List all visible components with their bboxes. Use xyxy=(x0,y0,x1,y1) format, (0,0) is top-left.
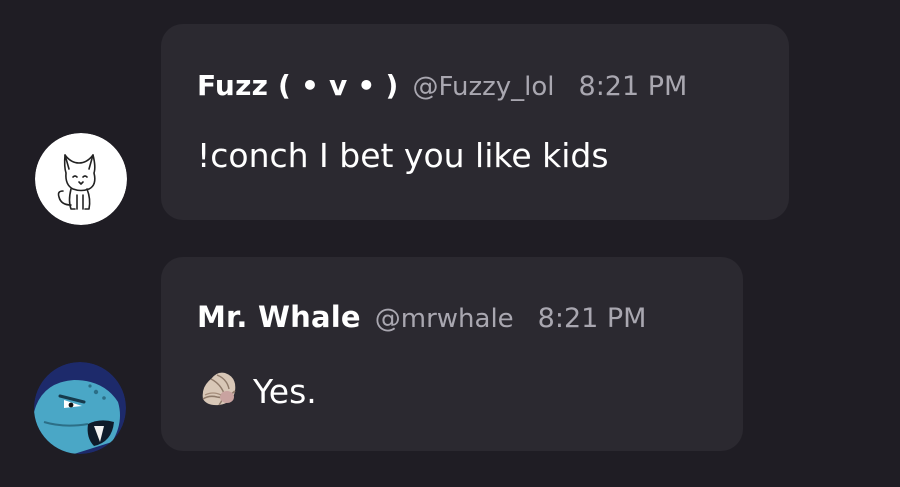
message-bubble[interactable]: Fuzz ( • v • ) @Fuzzy_lol 8:21 PM !conch… xyxy=(161,24,789,220)
user-avatar-fuzz[interactable] xyxy=(35,133,127,225)
author-name[interactable]: Mr. Whale xyxy=(197,300,361,334)
message-header: Mr. Whale @mrwhale 8:21 PM xyxy=(197,300,646,334)
author-name[interactable]: Fuzz ( • v • ) xyxy=(197,69,398,102)
user-avatar-mrwhale[interactable] xyxy=(34,362,126,454)
author-handle[interactable]: @mrwhale xyxy=(375,304,514,334)
message-text-container: Yes. xyxy=(197,365,317,417)
cat-avatar-icon xyxy=(35,133,127,225)
message-text: !conch I bet you like kids xyxy=(197,136,609,175)
message-text-container: !conch I bet you like kids xyxy=(197,136,609,175)
chat-view: Fuzz ( • v • ) @Fuzzy_lol 8:21 PM !conch… xyxy=(0,0,900,487)
spiral-shell-icon xyxy=(197,365,241,417)
message-header: Fuzz ( • v • ) @Fuzzy_lol 8:21 PM xyxy=(197,69,687,102)
author-handle[interactable]: @Fuzzy_lol xyxy=(412,72,554,102)
message-timestamp: 8:21 PM xyxy=(537,303,647,334)
message-text: Yes. xyxy=(253,371,317,411)
message-timestamp: 8:21 PM xyxy=(578,71,688,102)
message-bubble[interactable]: Mr. Whale @mrwhale 8:21 PM Yes. xyxy=(161,257,743,451)
whale-avatar-icon xyxy=(34,362,126,454)
